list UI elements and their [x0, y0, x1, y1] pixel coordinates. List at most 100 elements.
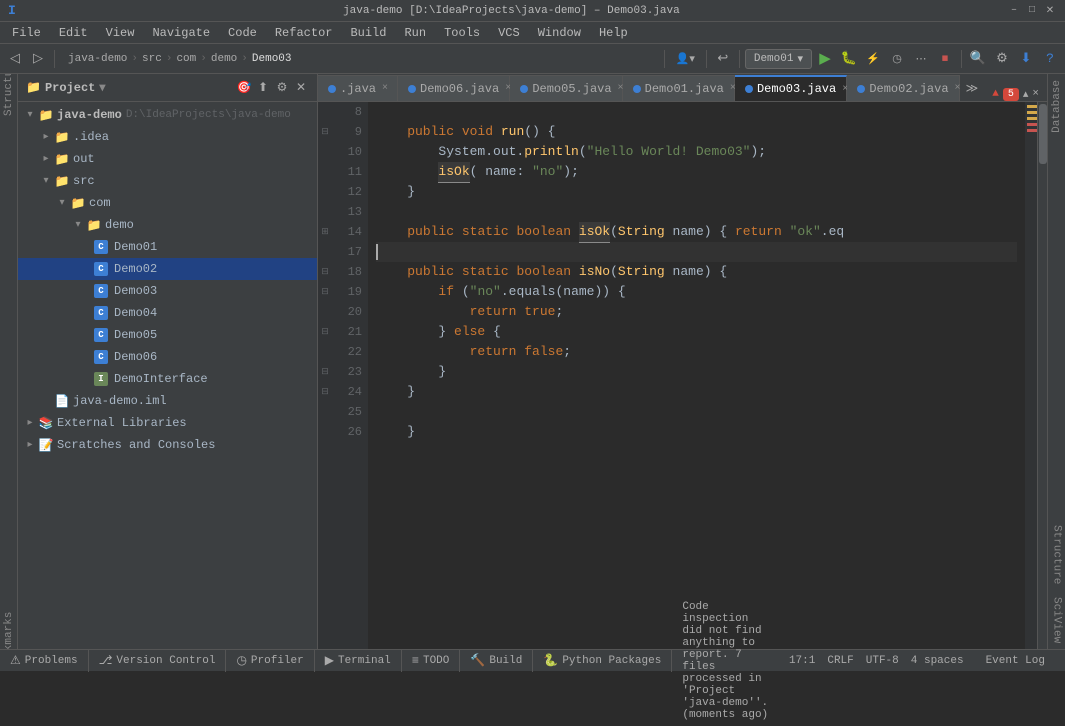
run-button[interactable]: ▶ [814, 48, 836, 70]
menu-refactor[interactable]: Refactor [267, 24, 341, 42]
more-run-button[interactable]: ⋯ [910, 48, 932, 70]
project-header: 📁 Project ▾ 🎯 ⬆ ⚙ ✕ [18, 74, 317, 102]
structure-panel-label[interactable]: Structure [1049, 519, 1065, 590]
maximize-button[interactable]: □ [1025, 4, 1039, 18]
profiler-tab[interactable]: ◷ Profiler [226, 650, 314, 672]
fold-icon-21[interactable]: ⊟ [320, 327, 330, 337]
tree-item-demo01[interactable]: C Demo01 [18, 236, 317, 258]
tree-item-demo02[interactable]: C Demo02 [18, 258, 317, 280]
tab-demo03[interactable]: Demo03.java × [735, 75, 847, 101]
tree-item-com[interactable]: ▾ 📁 com [18, 192, 317, 214]
line-separator[interactable]: CRLF [827, 655, 853, 667]
close-errors-button[interactable]: × [1032, 88, 1039, 100]
debug-button[interactable]: 🐛 [838, 48, 860, 70]
collapse-all-button[interactable]: ⬆ [255, 80, 271, 96]
breadcrumb-demo[interactable]: demo [211, 53, 237, 65]
menu-edit[interactable]: Edit [51, 24, 96, 42]
problems-tab[interactable]: ⚠ Problems [0, 650, 89, 672]
terminal-tab[interactable]: ▶ Terminal [315, 650, 402, 672]
right-gutter-markers [1025, 102, 1037, 649]
fold-icon-18[interactable]: ⊟ [320, 267, 330, 277]
cursor-position[interactable]: 17:1 [789, 655, 815, 667]
tree-item-java-demo[interactable]: ▾ 📁 java-demo D:\IdeaProjects\java-demo [18, 104, 317, 126]
menu-tools[interactable]: Tools [436, 24, 488, 42]
tree-item-demo[interactable]: ▾ 📁 demo [18, 214, 317, 236]
expand-errors-button[interactable]: ▴ [1023, 87, 1029, 101]
profile-button[interactable]: ◷ [886, 48, 908, 70]
encoding[interactable]: UTF-8 [866, 655, 899, 667]
tree-item-out[interactable]: ▸ 📁 out [18, 148, 317, 170]
indent[interactable]: 4 spaces [911, 655, 964, 667]
help-button[interactable]: ? [1039, 48, 1061, 70]
editor-scrollbar[interactable] [1037, 102, 1047, 649]
tree-item-scratches[interactable]: ▸ 📝 Scratches and Consoles [18, 434, 317, 456]
build-tab[interactable]: 🔨 Build [460, 650, 533, 672]
scrollbar-thumb[interactable] [1039, 104, 1047, 164]
menu-build[interactable]: Build [342, 24, 394, 42]
breadcrumb-src[interactable]: src [142, 53, 162, 65]
breadcrumb-project[interactable]: java-demo [68, 53, 127, 65]
structure-left-panel[interactable]: Structure [1, 78, 17, 94]
tree-item-idea[interactable]: ▸ 📁 .idea [18, 126, 317, 148]
tabs-more-button[interactable]: ≫ [960, 75, 985, 101]
update-button[interactable]: ⬇ [1015, 48, 1037, 70]
tab-label: .java [340, 82, 376, 96]
fold-icon-24[interactable]: ⊟ [320, 387, 330, 397]
errors-badge[interactable]: ▲ 5 ▴ × [984, 87, 1047, 101]
tree-item-ext-libs[interactable]: ▸ 📚 External Libraries [18, 412, 317, 434]
locate-file-button[interactable]: 🎯 [236, 80, 252, 96]
version-control-tab[interactable]: ⎇ Version Control [89, 650, 227, 672]
scview-panel-label[interactable]: SciView [1049, 591, 1065, 649]
main-area: Structure Bookmarks 📁 Project ▾ 🎯 ⬆ ⚙ ✕ … [0, 74, 1065, 649]
back-button[interactable]: ◁ [4, 48, 26, 70]
settings-button[interactable]: ⚙ [991, 48, 1013, 70]
tab-close[interactable]: × [955, 83, 961, 94]
tab-demo06[interactable]: Demo06.java × [398, 75, 510, 101]
fold-icon-23[interactable]: ⊟ [320, 367, 330, 377]
tree-item-demointerface[interactable]: I DemoInterface [18, 368, 317, 390]
search-everywhere-button[interactable]: 🔍 [967, 48, 989, 70]
forward-button[interactable]: ▷ [27, 48, 49, 70]
tree-item-demo03[interactable]: C Demo03 [18, 280, 317, 302]
tree-settings-button[interactable]: ⚙ [274, 80, 290, 96]
breadcrumb-com[interactable]: com [176, 53, 196, 65]
tab-demo01[interactable]: Demo01.java × [623, 75, 735, 101]
tree-item-demo04[interactable]: C Demo04 [18, 302, 317, 324]
menu-view[interactable]: View [98, 24, 143, 42]
menu-navigate[interactable]: Navigate [144, 24, 218, 42]
tabs-bar: .java × Demo06.java × Demo05.java × Demo… [318, 74, 1047, 102]
python-packages-tab[interactable]: 🐍 Python Packages [533, 650, 672, 672]
run-coverage-button[interactable]: ⚡ [862, 48, 884, 70]
code-content[interactable]: public void run() { System.out.println("… [368, 102, 1025, 649]
bookmarks-panel[interactable]: Bookmarks [1, 633, 17, 649]
tab-java[interactable]: .java × [318, 75, 398, 101]
close-button[interactable]: ✕ [1043, 4, 1057, 18]
menu-run[interactable]: Run [396, 24, 434, 42]
hide-panel-button[interactable]: ✕ [293, 80, 309, 96]
menu-code[interactable]: Code [220, 24, 265, 42]
todo-tab[interactable]: ≡ TODO [402, 650, 461, 672]
run-config-selector[interactable]: Demo01 ▾ [745, 49, 812, 69]
tab-demo05[interactable]: Demo05.java × [510, 75, 622, 101]
fold-icon-19[interactable]: ⊟ [320, 287, 330, 297]
toolbar-user-button[interactable]: 👤▾ [670, 48, 701, 70]
stop-button[interactable]: ⏹ [934, 48, 956, 70]
toolbar-back-ide[interactable]: ↩ [712, 48, 734, 70]
tree-item-iml[interactable]: 📄 java-demo.iml [18, 390, 317, 412]
fold-icon-9[interactable]: ⊟ [320, 127, 330, 137]
menu-vcs[interactable]: VCS [490, 24, 528, 42]
database-panel-label[interactable]: Database [1049, 74, 1065, 139]
tree-item-src[interactable]: ▾ 📁 src [18, 170, 317, 192]
code-editor[interactable]: 8 ⊟ 9 10 11 12 13 ⊞ [318, 102, 1047, 649]
minimize-button[interactable]: – [1007, 4, 1021, 18]
menu-file[interactable]: File [4, 24, 49, 42]
tab-close[interactable]: × [382, 83, 388, 94]
menu-help[interactable]: Help [591, 24, 636, 42]
tree-item-demo06[interactable]: C Demo06 [18, 346, 317, 368]
tab-demo02[interactable]: Demo02.java × [847, 75, 959, 101]
fold-icon-14[interactable]: ⊞ [320, 227, 330, 237]
breadcrumb-demo03[interactable]: Demo03 [252, 53, 292, 65]
tree-item-demo05[interactable]: C Demo05 [18, 324, 317, 346]
event-log-tab[interactable]: Event Log [976, 650, 1055, 672]
menu-window[interactable]: Window [530, 24, 589, 42]
